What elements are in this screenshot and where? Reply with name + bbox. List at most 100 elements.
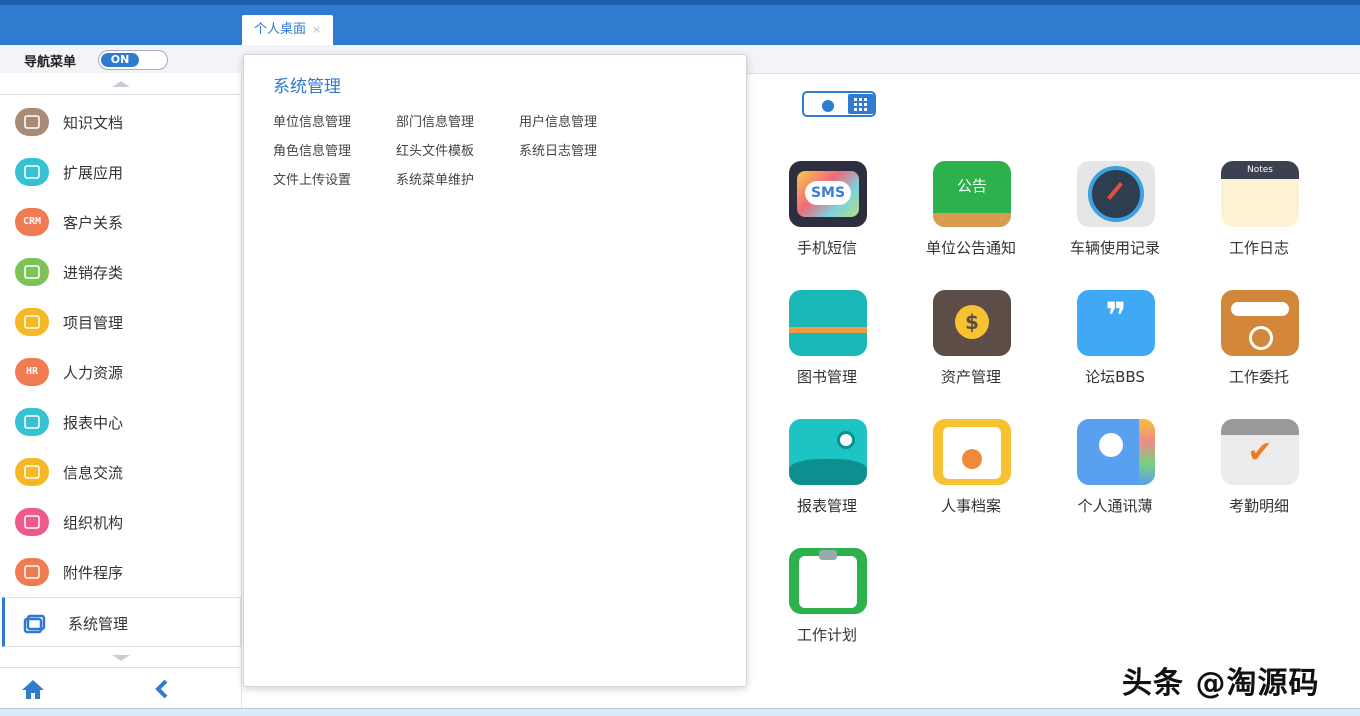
sidebar-item-9[interactable]: 附件程序: [0, 547, 241, 597]
sidebar-item-label: 信息交流: [63, 464, 124, 482]
sidebar-item-6[interactable]: 报表中心: [0, 397, 241, 447]
notes-icon[interactable]: Notes: [1221, 161, 1299, 227]
sidebar-item-8[interactable]: 组织机构: [0, 497, 241, 547]
speedometer-icon[interactable]: [1077, 161, 1155, 227]
layout-switch[interactable]: [802, 91, 876, 117]
nav-menu-toggle[interactable]: ON: [98, 50, 168, 70]
contacts-icon[interactable]: [1077, 419, 1155, 485]
app-label: 人事档案: [940, 497, 1001, 515]
popup-link[interactable]: 单位信息管理: [273, 111, 351, 130]
nav-menu-label: 导航菜单: [24, 55, 77, 70]
sidebar-item-label: 人力资源: [63, 364, 124, 382]
popup-link[interactable]: 部门信息管理: [396, 111, 474, 130]
tab-label: 个人桌面: [254, 22, 307, 37]
sidebar-item-5[interactable]: HR 人力资源: [0, 347, 241, 397]
forum-quote-icon[interactable]: ❞: [1077, 290, 1155, 356]
sidebar: 知识文档扩展应用 CRM 客户关系进销存类项目管理 HR 人力资源报表中心信息交流组织机…: [0, 73, 242, 710]
wallet-icon[interactable]: $: [933, 290, 1011, 356]
popup-link[interactable]: 红头文件模板: [396, 140, 474, 159]
sidebar-item-label: 扩展应用: [63, 164, 124, 182]
sidebar-item-label: 进销存类: [63, 264, 124, 282]
popup-link[interactable]: 系统日志管理: [519, 140, 597, 159]
report-wave-icon[interactable]: [789, 419, 867, 485]
delegate-icon[interactable]: [1221, 290, 1299, 356]
sidebar-item-label: 项目管理: [63, 314, 124, 332]
app-label: 资产管理: [940, 368, 1001, 386]
sms-icon[interactable]: SMS: [789, 161, 867, 227]
attendance-calendar-icon[interactable]: ✔: [1221, 419, 1299, 485]
project-icon: [15, 308, 49, 336]
organization-icon: [15, 508, 49, 536]
sidebar-item-label: 报表中心: [63, 414, 124, 432]
app-tile[interactable]: 报表管理: [762, 419, 892, 539]
app-label: 报表管理: [796, 497, 857, 515]
popup-link[interactable]: 系统菜单维护: [396, 169, 474, 188]
collapse-sidebar-icon[interactable]: [152, 678, 172, 700]
library-book-icon[interactable]: [789, 290, 867, 356]
personnel-file-icon[interactable]: [933, 419, 1011, 485]
app-label: 车辆使用记录: [1069, 239, 1160, 257]
sidebar-item-label: 组织机构: [63, 514, 124, 532]
list-view-icon[interactable]: [822, 100, 834, 112]
crm-icon: CRM: [15, 208, 49, 236]
sidebar-footer: [0, 667, 241, 711]
app-label: 论坛BBS: [1085, 368, 1145, 386]
window-icon: [20, 609, 54, 637]
message-icon: [15, 458, 49, 486]
app-label: 工作计划: [796, 626, 857, 644]
sidebar-item-4[interactable]: 项目管理: [0, 297, 241, 347]
sms-text: SMS: [805, 181, 851, 205]
tab-personal-desktop[interactable]: 个人桌面 ×: [242, 15, 334, 45]
notes-text: Notes: [1221, 161, 1299, 179]
app-label: 手机短信: [796, 239, 857, 257]
sidebar-item-10[interactable]: 系统管理: [2, 597, 241, 647]
home-icon[interactable]: [20, 678, 46, 700]
app-tile[interactable]: 个人通讯薄: [1050, 419, 1180, 539]
scroll-down-arrow-icon[interactable]: [112, 655, 130, 661]
app-tile[interactable]: 车辆使用记录: [1050, 161, 1180, 281]
app-tile[interactable]: 工作委托: [1194, 290, 1324, 410]
sidebar-icon-text: HR: [25, 366, 39, 377]
app-tile[interactable]: ✔ 考勤明细: [1194, 419, 1324, 539]
watermark: 头条 @淘源码: [1122, 666, 1320, 701]
app-tile[interactable]: 公告 单位公告通知: [906, 161, 1036, 281]
app-tile[interactable]: 人事档案: [906, 419, 1036, 539]
sidebar-item-label: 系统管理: [68, 615, 129, 633]
app-tile[interactable]: ❞ 论坛BBS: [1050, 290, 1180, 410]
app-label: 图书管理: [796, 368, 857, 386]
app-label: 工作日志: [1228, 239, 1289, 257]
sidebar-item-label: 客户关系: [63, 214, 124, 232]
sidebar-item-7[interactable]: 信息交流: [0, 447, 241, 497]
app-label: 个人通讯薄: [1077, 497, 1153, 515]
popup-link[interactable]: 文件上传设置: [273, 169, 351, 188]
hr-icon: HR: [15, 358, 49, 386]
announcement-icon[interactable]: 公告: [933, 161, 1011, 227]
sidebar-item-label: 知识文档: [63, 114, 124, 132]
app-tile[interactable]: Notes 工作日志: [1194, 161, 1324, 281]
attachment-icon: [15, 558, 49, 586]
popup-link[interactable]: 用户信息管理: [519, 111, 597, 130]
top-bar: [0, 0, 1360, 45]
popup-link[interactable]: 角色信息管理: [273, 140, 351, 159]
popup-title: 系统管理: [273, 77, 341, 97]
app-tile[interactable]: $ 资产管理: [906, 290, 1036, 410]
app-label: 考勤明细: [1228, 497, 1289, 515]
app-tile[interactable]: 图书管理: [762, 290, 892, 410]
toggle-on-label: ON: [101, 53, 139, 67]
grid-view-icon[interactable]: [848, 94, 874, 114]
check-text: ✔: [1247, 435, 1273, 470]
clipboard-icon[interactable]: [789, 548, 867, 614]
report-chart-icon: [15, 408, 49, 436]
sidebar-item-1[interactable]: 扩展应用: [0, 147, 241, 197]
app-tile[interactable]: SMS 手机短信: [762, 161, 892, 281]
inventory-icon: [15, 258, 49, 286]
extension-icon: [15, 158, 49, 186]
app-tile[interactable]: 工作计划: [762, 548, 892, 668]
scroll-up-arrow-icon[interactable]: [112, 81, 130, 87]
sidebar-item-3[interactable]: 进销存类: [0, 247, 241, 297]
book-icon: [15, 108, 49, 136]
app-label: 工作委托: [1228, 368, 1289, 386]
sidebar-item-2[interactable]: CRM 客户关系: [0, 197, 241, 247]
sidebar-item-0[interactable]: 知识文档: [0, 97, 241, 147]
tab-close-icon[interactable]: ×: [312, 23, 321, 36]
